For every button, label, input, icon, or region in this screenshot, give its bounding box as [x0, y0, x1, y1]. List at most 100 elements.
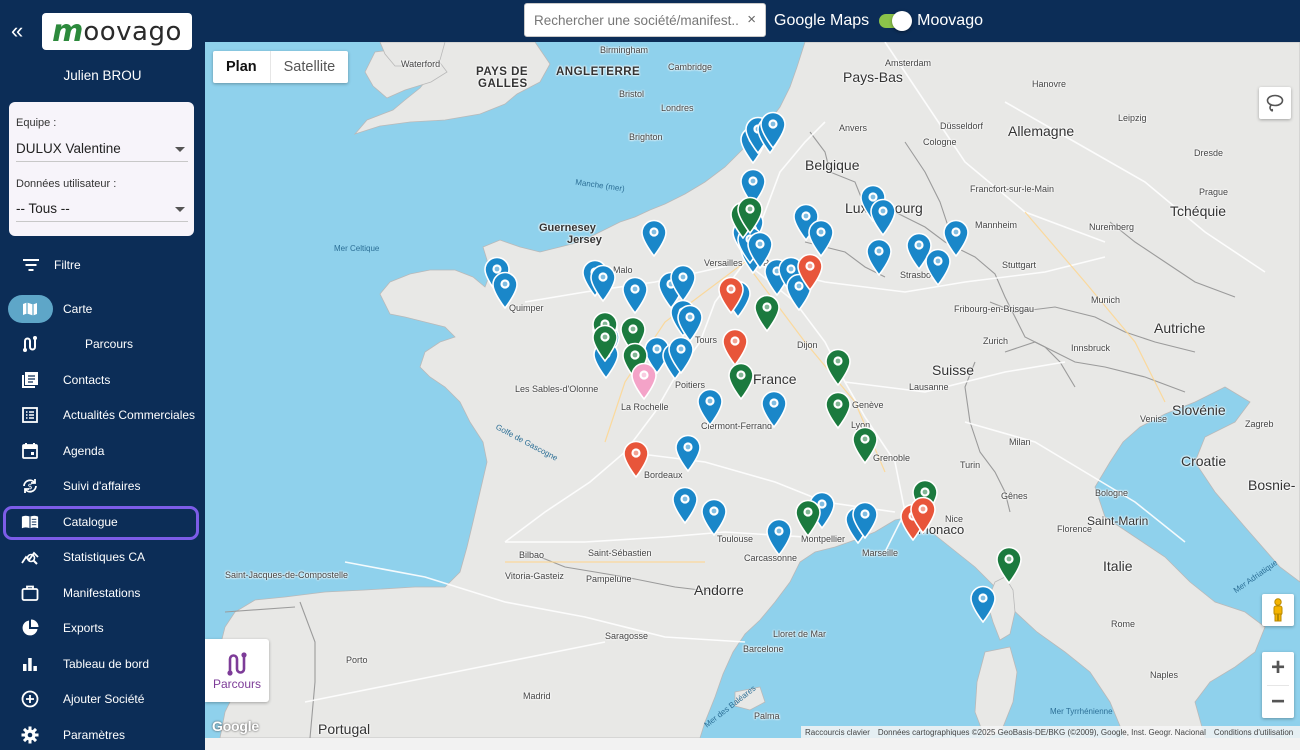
map-type-plan-button[interactable]: Plan	[213, 51, 271, 83]
nav-actualites[interactable]: Actualités Commerciales	[0, 400, 205, 430]
zoom-in-button[interactable]: +	[1262, 652, 1294, 685]
nav-label: Parcours	[85, 337, 134, 351]
map-type-satellite-button[interactable]: Satellite	[271, 51, 349, 83]
map-marker-green[interactable]	[851, 426, 879, 465]
location-pin-icon	[870, 198, 896, 237]
map-marker-blue[interactable]	[640, 219, 668, 258]
moovago-label: Moovago	[917, 12, 983, 29]
map-marker-green[interactable]	[591, 324, 619, 363]
map-marker-blue[interactable]	[700, 498, 728, 537]
nav-statistiques[interactable]: Statistiques CA	[0, 542, 205, 572]
map-marker-blue[interactable]	[759, 111, 787, 150]
nav-parametres[interactable]: Paramètres	[0, 720, 205, 750]
map-marker-blue[interactable]	[621, 276, 649, 315]
zoom-out-button[interactable]: −	[1262, 685, 1294, 718]
map-label: Birmingham	[600, 45, 649, 55]
nav-exports[interactable]: Exports	[0, 613, 205, 643]
nav-carte[interactable]: Carte	[0, 294, 205, 324]
map-label: Turin	[960, 460, 981, 470]
nav-suivi[interactable]: $ Suivi d'affaires	[0, 471, 205, 501]
equipe-label: Equipe :	[16, 117, 57, 129]
map-label: Hanovre	[1032, 79, 1067, 89]
map-marker-green[interactable]	[995, 546, 1023, 585]
map-marker-blue[interactable]	[674, 434, 702, 473]
add-circle-icon	[21, 690, 39, 708]
parcours-label: Parcours	[212, 676, 262, 691]
map-marker-blue[interactable]	[667, 336, 695, 375]
map-label: Saragosse	[605, 631, 649, 641]
map-label: Venise	[1140, 414, 1168, 424]
logo-text: oovago	[83, 16, 182, 47]
location-pin-icon	[592, 324, 618, 363]
map-marker-orange[interactable]	[721, 328, 749, 367]
map-marker-blue[interactable]	[669, 264, 697, 303]
route-icon	[227, 651, 247, 676]
terms-link[interactable]: Conditions d'utilisation	[1210, 728, 1297, 737]
map-marker-blue[interactable]	[491, 271, 519, 310]
search-input[interactable]	[525, 4, 740, 36]
equipe-select[interactable]: DULUX Valentine	[16, 136, 188, 162]
nav-parcours[interactable]: Parcours	[0, 329, 205, 359]
map-marker-blue[interactable]	[942, 219, 970, 258]
map-marker-blue[interactable]	[760, 390, 788, 429]
map-marker-green[interactable]	[824, 391, 852, 430]
logo-letter: m	[52, 14, 84, 49]
nav-agenda[interactable]: Agenda	[0, 436, 205, 466]
location-pin-icon	[761, 390, 787, 429]
map-label: Florence	[1057, 524, 1093, 534]
clear-search-icon[interactable]: ×	[747, 12, 756, 28]
map-label: Pampelune	[586, 574, 632, 584]
moovago-logo[interactable]: m oovago	[42, 13, 192, 50]
map-label: Innsbruck	[1071, 343, 1111, 353]
map-marker-blue[interactable]	[869, 198, 897, 237]
map-marker-blue[interactable]	[765, 518, 793, 557]
contacts-icon	[21, 371, 39, 389]
parcours-button[interactable]: Parcours	[205, 639, 269, 702]
map-label: Barcelone	[743, 644, 784, 654]
map-marker-blue[interactable]	[671, 486, 699, 525]
location-pin-icon	[866, 238, 892, 277]
map-marker-blue[interactable]	[589, 264, 617, 303]
nav-contacts[interactable]: Contacts	[0, 365, 205, 395]
map-marker-blue[interactable]	[851, 501, 879, 540]
nav-catalogue[interactable]: Catalogue	[0, 506, 205, 540]
map-label: Vitoria-Gasteiz	[505, 571, 564, 581]
provider-switch[interactable]	[879, 11, 913, 31]
map-label: Stuttgart	[1002, 260, 1037, 270]
map-marker-pink[interactable]	[630, 362, 658, 401]
map-marker-orange[interactable]	[717, 276, 745, 315]
map-label: Naples	[1150, 670, 1179, 680]
map-marker-green[interactable]	[794, 499, 822, 538]
map-marker-green[interactable]	[753, 294, 781, 333]
nav-label: Manifestations	[63, 586, 141, 600]
map-marker-blue[interactable]	[807, 219, 835, 258]
map-label: Leipzig	[1118, 113, 1147, 123]
map-label: Jersey	[567, 234, 602, 246]
nav-ajouter-societe[interactable]: Ajouter Société	[0, 684, 205, 714]
map-label: Lloret de Mar	[773, 629, 827, 639]
filter-button[interactable]: Filtre	[22, 258, 81, 272]
map-marker-blue[interactable]	[696, 388, 724, 427]
map-canvas[interactable]: PAYS DE GALLES ANGLETERRE Guernesey Jers…	[205, 42, 1300, 738]
nav-tableau[interactable]: Tableau de bord	[0, 649, 205, 679]
map-marker-orange[interactable]	[796, 253, 824, 292]
map-marker-green[interactable]	[736, 196, 764, 235]
street-view-button[interactable]	[1262, 594, 1294, 626]
keyboard-shortcuts-link[interactable]: Raccourcis clavier	[801, 728, 874, 737]
location-pin-icon	[641, 219, 667, 258]
map-marker-blue[interactable]	[969, 585, 997, 624]
map-marker-blue[interactable]	[865, 238, 893, 277]
map-marker-green[interactable]	[824, 348, 852, 387]
nav-label: Paramètres	[63, 728, 126, 742]
collapse-sidebar-icon[interactable]: «	[11, 20, 24, 42]
map-marker-green[interactable]	[727, 362, 755, 401]
location-pin-icon	[668, 336, 694, 375]
switch-knob[interactable]	[892, 11, 913, 31]
caret-down-icon	[175, 207, 185, 212]
nav-manifestations[interactable]: Manifestations	[0, 578, 205, 608]
map-marker-orange[interactable]	[909, 496, 937, 535]
lasso-select-button[interactable]	[1259, 87, 1291, 119]
donnees-select[interactable]: -- Tous --	[16, 196, 188, 222]
map-marker-orange[interactable]	[622, 440, 650, 479]
map-label: Dijon	[797, 340, 818, 350]
